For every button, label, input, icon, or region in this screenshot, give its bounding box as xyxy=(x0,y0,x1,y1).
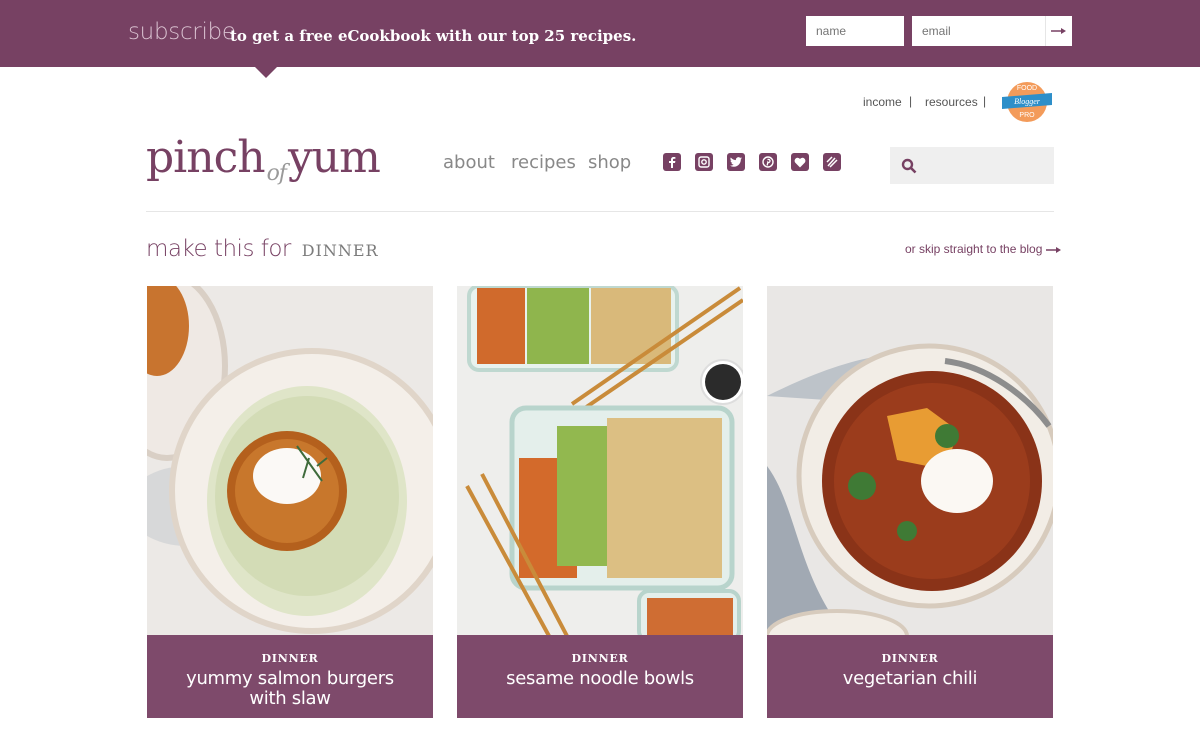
utility-separator: | xyxy=(909,94,913,108)
recipe-title: vegetarian chili xyxy=(842,668,978,689)
nav-recipes[interactable]: recipes xyxy=(511,152,576,173)
nav-about[interactable]: about xyxy=(443,152,495,173)
sesame-noodle-bowls-photo xyxy=(457,286,743,636)
subscribe-word: subscribe xyxy=(128,19,236,45)
recipe-card-vegetarian-chili[interactable]: DINNER vegetarian chili xyxy=(767,286,1053,718)
logo-part-of: of xyxy=(266,161,287,186)
email-input[interactable] xyxy=(912,16,1045,46)
income-link[interactable]: income xyxy=(863,95,902,109)
salmon-burger-photo xyxy=(147,286,433,636)
nav-shop[interactable]: shop xyxy=(588,152,631,173)
subscribe-text: to get a free eCookbook with our top 25 … xyxy=(230,27,637,45)
recipe-card-salmon-burgers[interactable]: DINNER yummy salmon burgers with slaw xyxy=(147,286,433,718)
facebook-icon[interactable] xyxy=(663,153,681,171)
site-logo[interactable]: pinchofyum xyxy=(146,132,381,186)
subscribe-bar: subscribe to get a free eCookbook with o… xyxy=(0,0,1200,78)
recipe-title: sesame noodle bowls xyxy=(506,668,694,689)
recipe-caption: DINNER vegetarian chili xyxy=(767,635,1053,718)
recipe-caption: DINNER sesame noodle bowls xyxy=(457,635,743,718)
header-divider xyxy=(146,211,1054,212)
skip-to-blog-text: or skip straight to the blog xyxy=(905,242,1043,256)
section-heading-category[interactable]: DINNER xyxy=(302,241,379,260)
badge-text-food: FOOD xyxy=(1017,85,1037,92)
section-heading-prefix: make this for xyxy=(146,236,291,262)
arrow-right-icon xyxy=(1051,28,1066,34)
pinterest-icon[interactable] xyxy=(759,153,777,171)
food-icon[interactable] xyxy=(823,153,841,171)
badge-text-pro: PRO xyxy=(1019,112,1035,119)
instagram-icon[interactable] xyxy=(695,153,713,171)
vegetarian-chili-photo xyxy=(767,286,1053,636)
name-input[interactable] xyxy=(806,16,904,46)
recipe-caption: DINNER yummy salmon burgers with slaw xyxy=(147,635,433,718)
recipe-title: yummy salmon burgers with slaw xyxy=(186,668,394,709)
utility-separator: | xyxy=(983,94,987,108)
bloglovin-icon[interactable] xyxy=(791,153,809,171)
recipe-category: DINNER xyxy=(261,652,319,665)
search-box[interactable] xyxy=(890,147,1054,184)
logo-part-yum: yum xyxy=(287,132,381,183)
logo-part-pinch: pinch xyxy=(146,132,266,183)
recipe-card-sesame-noodle-bowls[interactable]: DINNER sesame noodle bowls xyxy=(457,286,743,718)
arrow-right-icon xyxy=(1045,246,1061,253)
twitter-icon[interactable] xyxy=(727,153,745,171)
recipe-category: DINNER xyxy=(571,652,629,665)
resources-link[interactable]: resources xyxy=(925,95,978,109)
search-icon xyxy=(901,158,917,174)
recipe-category: DINNER xyxy=(881,652,939,665)
food-blogger-pro-badge[interactable]: FOOD Blogger PRO xyxy=(1000,80,1054,124)
badge-text-blogger: Blogger xyxy=(1014,97,1041,106)
subscribe-submit-button[interactable] xyxy=(1045,16,1072,46)
section-heading: make this for DINNER xyxy=(146,236,379,262)
skip-to-blog-link[interactable]: or skip straight to the blog xyxy=(905,242,1062,256)
subscribe-caret xyxy=(255,67,277,78)
